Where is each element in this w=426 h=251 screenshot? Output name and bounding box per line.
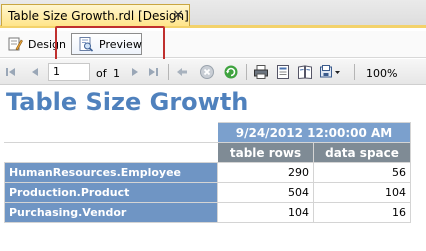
data-space-value: 56 — [313, 162, 411, 183]
document-tab[interactable]: Table Size Growth.rdl [Design] × — [1, 4, 190, 26]
document-tab-strip: Table Size Growth.rdl [Design] × — [0, 0, 426, 28]
table-row: Production.Product 504 104 — [4, 182, 411, 203]
last-page-icon[interactable] — [146, 63, 160, 81]
table-rows-value: 104 — [217, 202, 314, 223]
date-header: 9/24/2012 12:00:00 AM — [217, 122, 411, 143]
report-table: 9/24/2012 12:00:00 AM table rows data sp… — [4, 122, 411, 223]
column-header-row: table rows data space — [4, 142, 411, 163]
table-rows-value: 290 — [217, 162, 314, 183]
row-header: Purchasing.Vendor — [4, 202, 218, 223]
tab-preview-label: Preview — [99, 37, 142, 51]
back-icon[interactable] — [174, 63, 190, 81]
table-row: Purchasing.Vendor 104 16 — [4, 202, 411, 223]
tab-design[interactable]: Design — [7, 33, 66, 55]
table-rows-value: 504 — [217, 182, 314, 203]
data-space-value: 16 — [313, 202, 411, 223]
date-header-row: 9/24/2012 12:00:00 AM — [4, 122, 411, 143]
column-header-table-rows: table rows — [217, 142, 314, 163]
report-toolbar: 1 of 1 100% — [0, 59, 426, 85]
export-icon[interactable] — [318, 63, 344, 81]
report-title: Table Size Growth — [6, 88, 249, 116]
first-page-icon[interactable] — [4, 63, 18, 81]
page-setup-icon[interactable] — [296, 63, 314, 81]
next-page-icon[interactable] — [128, 63, 142, 81]
toolbar-separator — [354, 64, 355, 80]
close-icon[interactable]: × — [172, 6, 184, 24]
table-row: HumanResources.Employee 290 56 — [4, 162, 411, 183]
data-space-value: 104 — [313, 182, 411, 203]
row-header: HumanResources.Employee — [4, 162, 218, 183]
stop-icon[interactable] — [198, 63, 216, 81]
toolbar-separator — [246, 64, 247, 80]
print-layout-icon[interactable] — [274, 63, 292, 81]
tab-design-label: Design — [28, 37, 66, 51]
column-header-data-space: data space — [313, 142, 411, 163]
zoom-select[interactable]: 100% — [366, 67, 397, 80]
tab-preview[interactable]: Preview — [71, 33, 142, 55]
refresh-icon[interactable] — [222, 63, 240, 81]
page-number-input[interactable]: 1 — [48, 63, 90, 81]
design-icon — [7, 36, 23, 52]
view-tabs: Design Preview — [0, 31, 426, 58]
total-pages: 1 — [113, 67, 120, 80]
previous-page-icon[interactable] — [28, 63, 42, 81]
document-tab-title: Table Size Growth.rdl [Design] — [8, 8, 189, 23]
of-label: of — [96, 67, 107, 80]
corner-cell — [4, 122, 218, 143]
print-icon[interactable] — [252, 63, 270, 81]
toolbar-separator — [168, 64, 169, 80]
preview-icon — [78, 36, 94, 52]
row-header: Production.Product — [4, 182, 218, 203]
corner-cell — [4, 142, 218, 163]
